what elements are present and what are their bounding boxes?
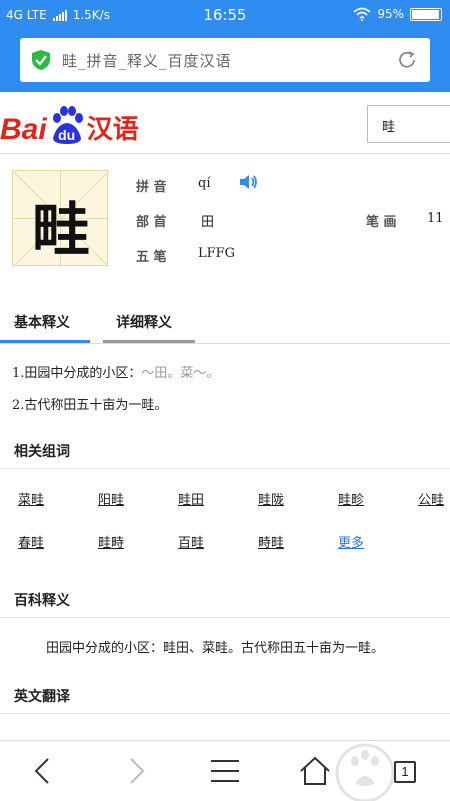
strokes-label: 笔 画 <box>366 215 397 230</box>
related-word[interactable]: 畦畤 <box>98 532 124 551</box>
page-title: 畦_拼音_释义_百度汉语 <box>62 52 232 70</box>
tab-count: 1 <box>394 761 416 783</box>
character-glyph: 畦 <box>31 196 90 264</box>
baike-text: 田园中分成的小区：畦田、菜畦。古代称田五十亩为一畦。 <box>46 641 385 656</box>
baidu-hanyu-logo[interactable]: Bai du 汉语 <box>0 100 139 146</box>
logo-text-bai: Bai <box>0 113 47 146</box>
battery-percent: 95% <box>377 7 404 21</box>
related-words-title: 相关组词 <box>14 444 70 460</box>
wubi-value: LFFG <box>198 246 236 261</box>
divider <box>0 617 450 618</box>
definition-1-text: 1.田园中分成的小区： <box>12 366 142 381</box>
browser-toolbar: 畦_拼音_释义_百度汉语 <box>0 30 450 92</box>
pinyin-label: 拼 音 <box>136 180 167 195</box>
definition-1: 1.田园中分成的小区：～田。菜～。 <box>12 362 219 381</box>
pronunciation-speaker-icon[interactable] <box>239 173 259 191</box>
strokes-value: 11 <box>427 211 444 226</box>
reload-icon[interactable] <box>396 49 418 71</box>
menu-icon[interactable] <box>207 753 243 789</box>
related-word[interactable]: 阳畦 <box>98 489 124 508</box>
logo-text-du: du <box>58 127 76 143</box>
divider <box>0 468 450 469</box>
tab-detail-indicator <box>103 340 195 343</box>
logo-text-hanyu: 汉语 <box>86 115 139 145</box>
tab-basic-indicator <box>0 340 90 343</box>
divider <box>0 713 450 714</box>
status-right: 95% <box>353 7 442 21</box>
status-bar: 4G LTE 1.5K/s 16:55 95% <box>0 0 450 30</box>
more-words-link[interactable]: 更多 <box>338 532 364 551</box>
english-title: 英文翻译 <box>14 689 70 705</box>
pinyin-value: qí <box>198 176 211 191</box>
related-word[interactable]: 菜畦 <box>18 489 44 508</box>
baike-title: 百科释义 <box>14 593 70 609</box>
radical-label: 部 首 <box>136 215 167 230</box>
related-word[interactable]: 畦陇 <box>258 489 284 508</box>
paw-logo-icon: du <box>49 106 85 146</box>
browser-bottom-nav: 1 <box>0 740 450 801</box>
related-word[interactable]: 春畦 <box>18 532 44 551</box>
tab-basic[interactable]: 基本释义 <box>14 312 70 332</box>
address-bar[interactable]: 畦_拼音_释义_百度汉语 <box>20 38 430 82</box>
battery-icon <box>410 7 442 21</box>
definition-2: 2.古代称田五十亩为一畦。 <box>12 398 168 413</box>
search-input[interactable]: 畦 <box>367 105 450 143</box>
radical-value: 田 <box>201 215 215 230</box>
character-card: 畦 <box>12 170 109 267</box>
secure-shield-icon <box>32 50 50 70</box>
tab-detail[interactable]: 详细释义 <box>116 312 172 332</box>
site-header: Bai du 汉语 畦 <box>0 92 450 154</box>
related-word[interactable]: 畦畛 <box>338 489 364 508</box>
search-input-value: 畦 <box>382 120 396 135</box>
related-word[interactable]: 公畦 <box>418 489 444 508</box>
wifi-icon <box>353 7 371 21</box>
wubi-label: 五 笔 <box>136 250 167 265</box>
tabs-button[interactable]: 1 <box>387 753 423 789</box>
back-icon[interactable] <box>26 753 62 789</box>
related-word[interactable]: 畤畦 <box>258 532 284 551</box>
related-word[interactable]: 畦田 <box>178 489 204 508</box>
definition-tabs: 基本释义 详细释义 <box>0 300 450 344</box>
related-word[interactable]: 百畦 <box>178 532 204 551</box>
definition-1-examples: ～田。菜～。 <box>141 366 220 381</box>
forward-icon[interactable] <box>117 753 153 789</box>
